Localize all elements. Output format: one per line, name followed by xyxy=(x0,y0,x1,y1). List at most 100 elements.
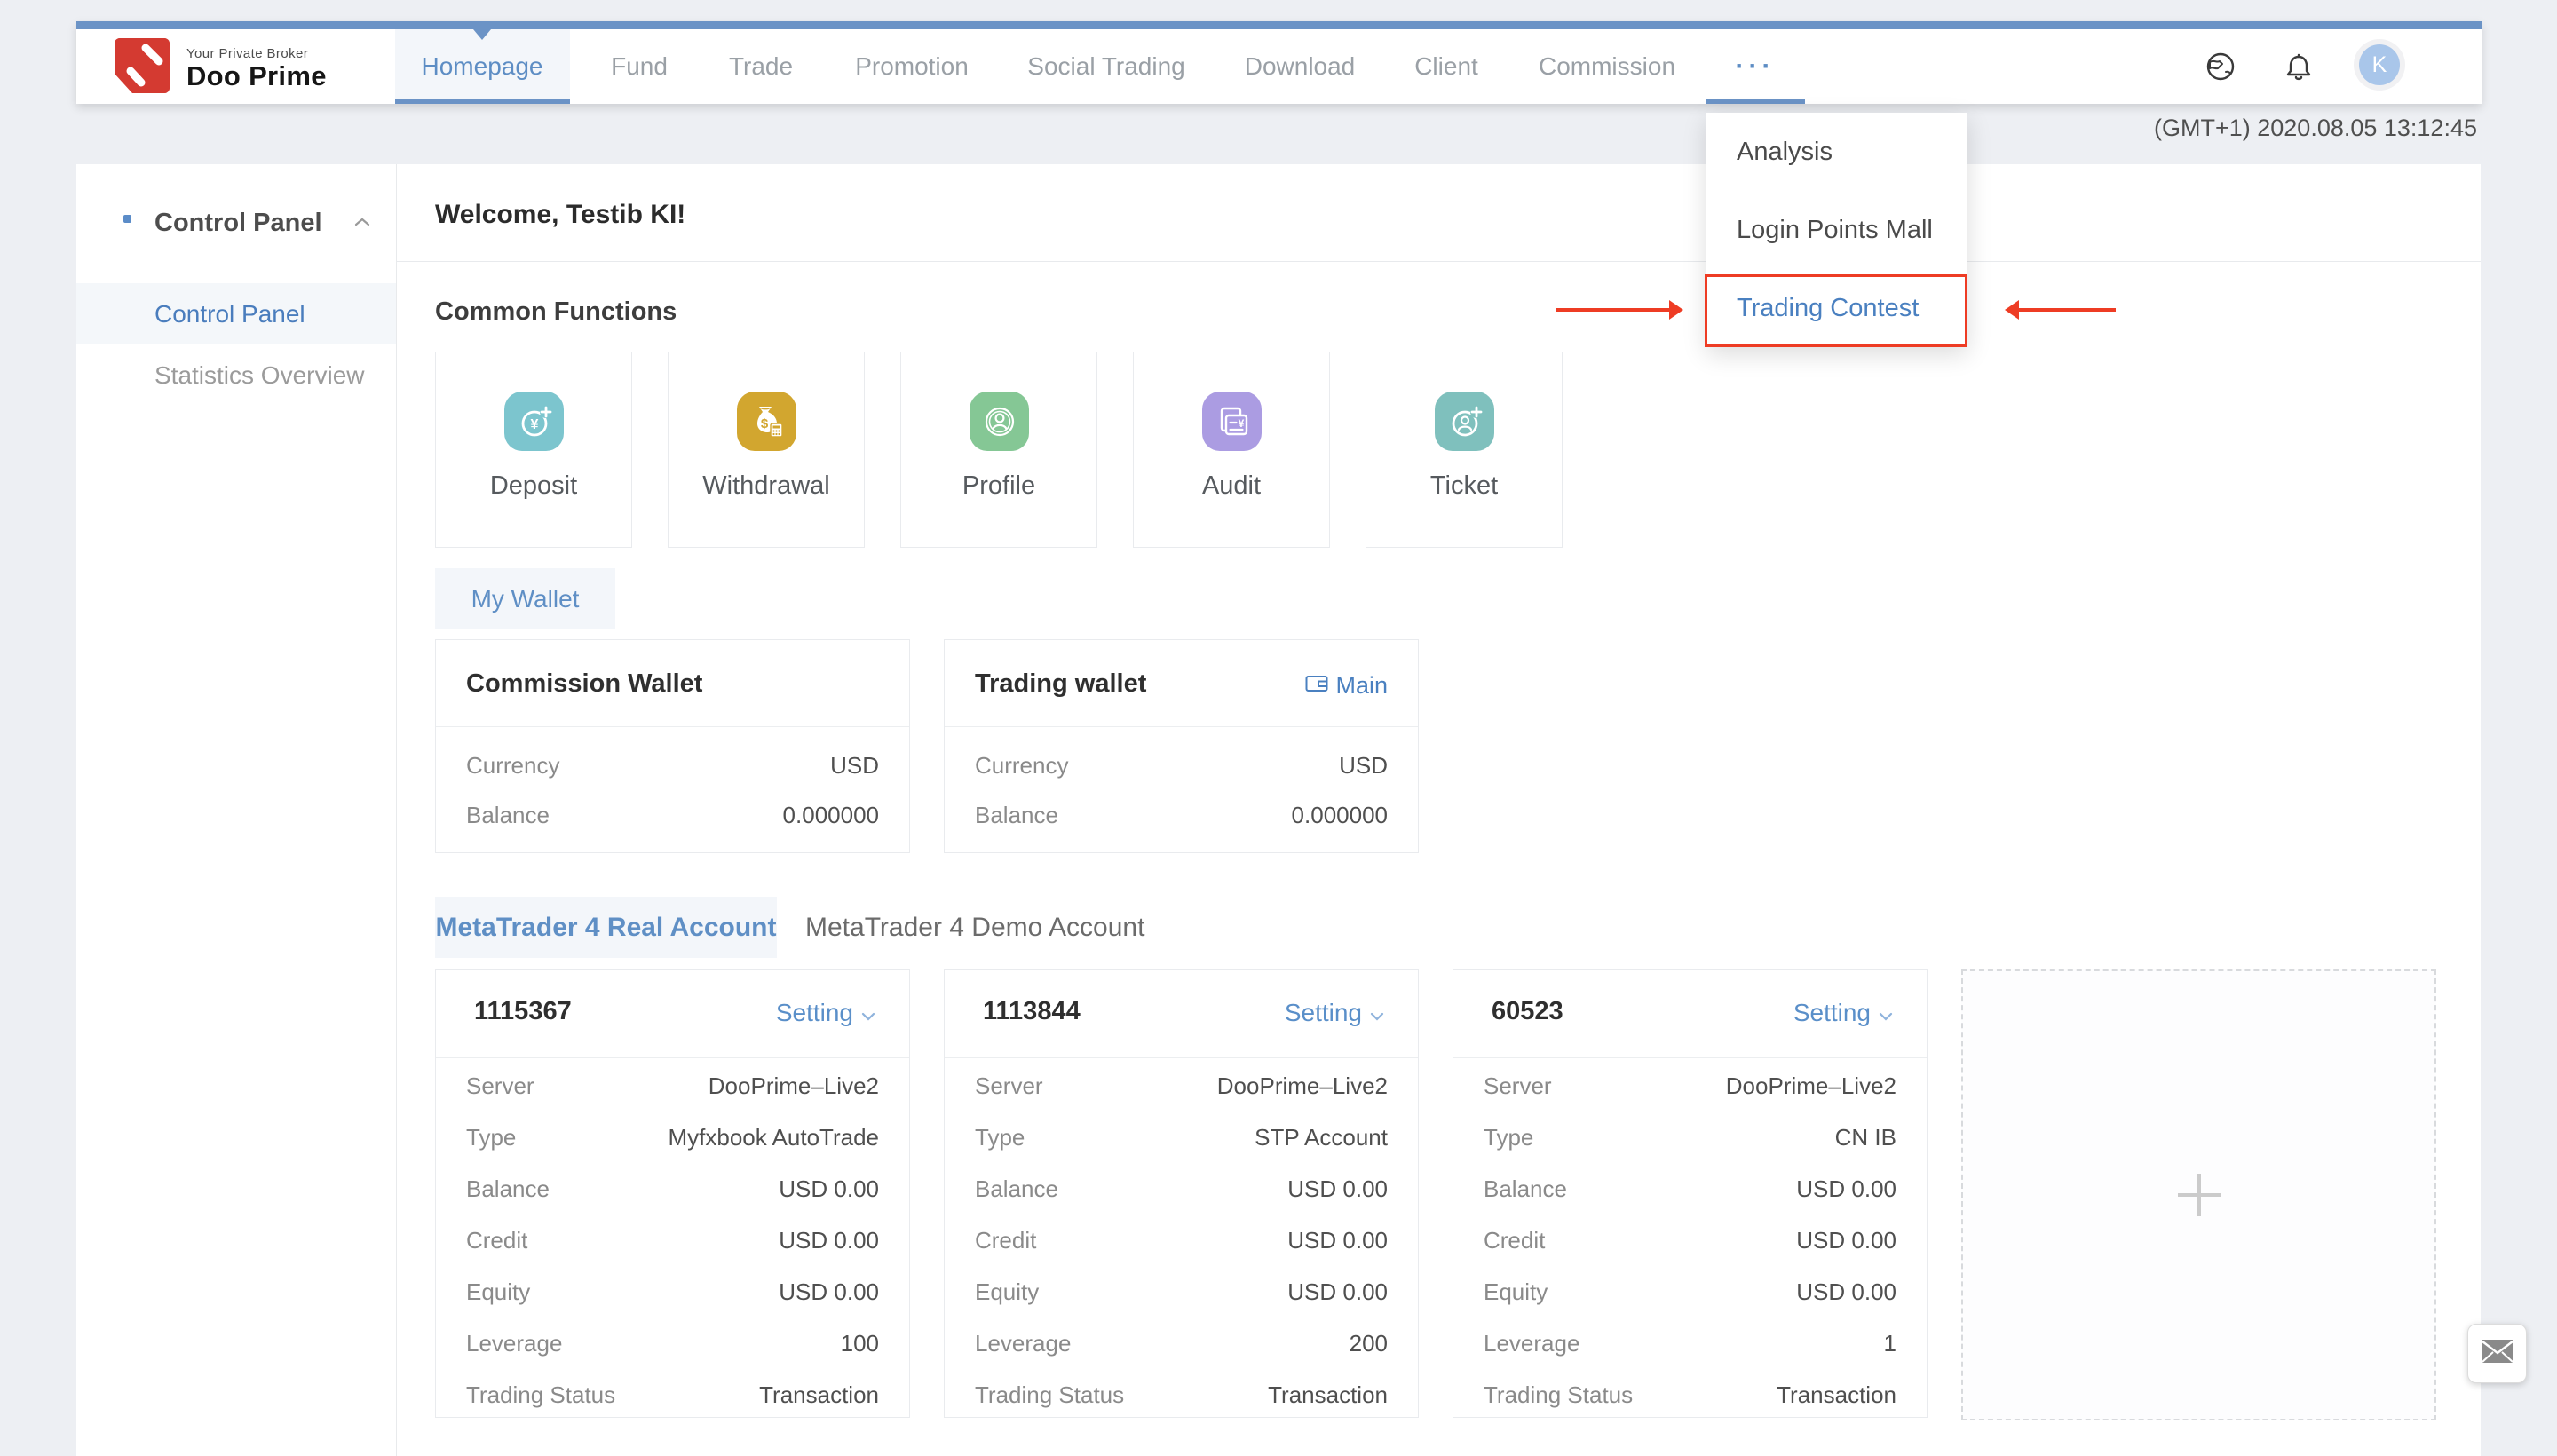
nav-item-more-menu[interactable]: ··· xyxy=(1736,29,1776,104)
row-label: Trading Status xyxy=(975,1381,1124,1409)
function-label: Withdrawal xyxy=(669,471,864,501)
setting-dropdown-button[interactable]: Setting xyxy=(776,999,875,1027)
chevron-down-icon xyxy=(1370,999,1384,1027)
account-number: 1113844 xyxy=(983,997,1081,1026)
tab-mt4-real-account[interactable]: MetaTrader 4 Real Account xyxy=(435,897,777,958)
row-label: Leverage xyxy=(1484,1329,1579,1357)
row-label: Credit xyxy=(466,1226,527,1254)
svg-text:¥: ¥ xyxy=(530,417,538,432)
language-globe-icon[interactable] xyxy=(2205,29,2236,104)
row-label: Currency xyxy=(466,751,559,779)
menu-item-analysis[interactable]: Analysis xyxy=(1706,113,1967,191)
main-wallet-link[interactable]: Main xyxy=(1305,672,1388,700)
row-value: Transaction xyxy=(759,1381,879,1409)
nav-item-homepage[interactable]: Homepage xyxy=(422,29,543,104)
ticket-icon xyxy=(1435,392,1494,451)
notification-bell-icon[interactable] xyxy=(2283,29,2315,104)
nav-item-commission[interactable]: Commission xyxy=(1539,29,1675,104)
row-label: Server xyxy=(1484,1072,1552,1100)
card-divider xyxy=(945,726,1418,727)
withdrawal-icon: $ xyxy=(737,392,796,451)
setting-dropdown-button[interactable]: Setting xyxy=(1285,999,1384,1027)
svg-text:¥: ¥ xyxy=(1238,417,1244,430)
row-label: Currency xyxy=(975,751,1068,779)
row-value: USD 0.00 xyxy=(1287,1278,1388,1306)
row-label: Server xyxy=(466,1072,534,1100)
tab-mt4-demo-account[interactable]: MetaTrader 4 Demo Account xyxy=(805,897,1144,958)
wallet-title: Commission Wallet xyxy=(466,669,702,699)
main-panel: Welcome, Testib KI! Common Functions ¥ D… xyxy=(397,164,2481,1456)
nav-item-social-trading[interactable]: Social Trading xyxy=(1027,29,1184,104)
row-value: USD 0.00 xyxy=(779,1278,879,1306)
sidebar-item-control-panel[interactable]: Control Panel xyxy=(76,283,396,344)
setting-label: Setting xyxy=(1793,999,1871,1027)
row-value: STP Account xyxy=(1255,1123,1388,1151)
row-value: Transaction xyxy=(1268,1381,1388,1409)
row-value: USD 0.00 xyxy=(779,1226,879,1254)
welcome-heading: Welcome, Testib KI! xyxy=(435,200,685,230)
function-label: Deposit xyxy=(436,471,631,501)
row-label: Type xyxy=(975,1123,1025,1151)
deposit-icon: ¥ xyxy=(504,392,564,451)
function-card-withdrawal[interactable]: $ Withdrawal xyxy=(668,352,865,548)
row-value: 1 xyxy=(1884,1329,1896,1357)
sidebar-group-header[interactable]: Control Panel xyxy=(154,209,322,238)
doo-prime-logo-icon[interactable] xyxy=(115,38,170,93)
nav-item-client[interactable]: Client xyxy=(1414,29,1478,104)
setting-label: Setting xyxy=(1285,999,1362,1027)
wallet-row: Balance 0.000000 xyxy=(945,801,1418,829)
envelope-icon xyxy=(2481,1339,2514,1368)
row-label: Leverage xyxy=(466,1329,562,1357)
trading-contest-highlight-box xyxy=(1705,274,1967,347)
nav-item-trade[interactable]: Trade xyxy=(729,29,793,104)
function-card-audit[interactable]: ¥ Audit xyxy=(1133,352,1330,548)
account-number: 60523 xyxy=(1492,997,1563,1026)
chevron-up-icon[interactable] xyxy=(354,216,370,232)
row-label: Type xyxy=(1484,1123,1533,1151)
function-card-deposit[interactable]: ¥ Deposit xyxy=(435,352,632,548)
account-card: 60523 Setting ServerDooPrime–Live2 TypeC… xyxy=(1453,969,1928,1418)
function-card-ticket[interactable]: Ticket xyxy=(1366,352,1563,548)
server-timestamp: (GMT+1) 2020.08.05 13:12:45 xyxy=(2154,115,2477,142)
common-functions-title: Common Functions xyxy=(435,297,677,327)
nav-accent-strip xyxy=(76,21,2482,29)
main-link-label: Main xyxy=(1335,672,1388,700)
user-avatar[interactable]: K xyxy=(2359,44,2400,85)
tab-my-wallet[interactable]: My Wallet xyxy=(435,568,615,629)
function-label: Audit xyxy=(1134,471,1329,501)
row-value: USD 0.00 xyxy=(779,1175,879,1203)
row-label: Trading Status xyxy=(1484,1381,1633,1409)
row-label: Equity xyxy=(975,1278,1039,1306)
audit-icon: ¥ xyxy=(1202,392,1262,451)
menu-item-login-points-mall[interactable]: Login Points Mall xyxy=(1706,191,1967,269)
card-divider xyxy=(1453,1057,1927,1058)
function-card-profile[interactable]: Profile xyxy=(900,352,1097,548)
card-divider xyxy=(436,1057,909,1058)
row-value: USD xyxy=(830,751,879,779)
sidebar-item-statistics-overview[interactable]: Statistics Overview xyxy=(76,344,396,406)
row-value: DooPrime–Live2 xyxy=(709,1072,879,1100)
top-nav-bar: Your Private Broker Doo Prime Homepage F… xyxy=(76,21,2482,104)
wallet-row: Balance 0.000000 xyxy=(436,801,909,829)
account-number: 1115367 xyxy=(474,997,572,1026)
nav-item-promotion[interactable]: Promotion xyxy=(855,29,969,104)
row-value: USD 0.00 xyxy=(1796,1175,1896,1203)
setting-dropdown-button[interactable]: Setting xyxy=(1793,999,1893,1027)
row-label: Equity xyxy=(1484,1278,1548,1306)
contact-mail-button[interactable] xyxy=(2467,1324,2527,1383)
row-label: Trading Status xyxy=(466,1381,615,1409)
row-value: USD 0.00 xyxy=(1287,1226,1388,1254)
setting-label: Setting xyxy=(776,999,853,1027)
account-card: 1115367 Setting ServerDooPrime–Live2 Typ… xyxy=(435,969,910,1418)
sidebar-bullet-icon xyxy=(123,215,131,223)
nav-item-fund[interactable]: Fund xyxy=(611,29,668,104)
row-label: Leverage xyxy=(975,1329,1071,1357)
row-value: USD xyxy=(1339,751,1388,779)
row-label: Balance xyxy=(975,801,1058,829)
add-account-card[interactable] xyxy=(1961,969,2436,1420)
wallet-icon xyxy=(1305,672,1328,700)
row-value: CN IB xyxy=(1835,1123,1896,1151)
sidebar: Control Panel Control Panel Statistics O… xyxy=(76,164,397,1456)
nav-item-download[interactable]: Download xyxy=(1245,29,1356,104)
row-value: Transaction xyxy=(1777,1381,1896,1409)
